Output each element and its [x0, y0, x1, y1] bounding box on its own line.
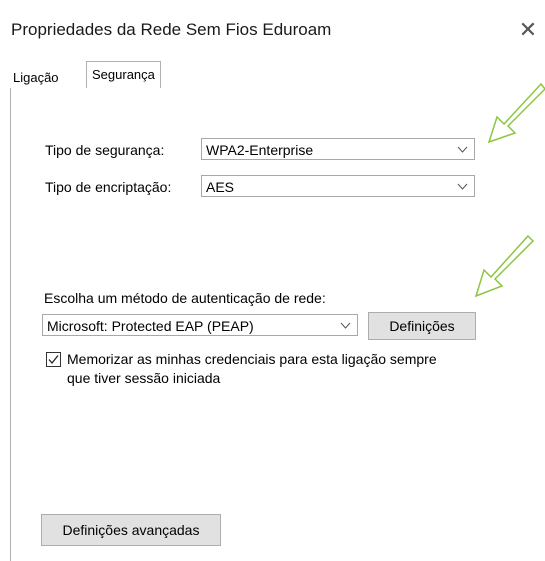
checkmark-icon [48, 355, 59, 365]
arrow-annotation-icon [487, 82, 545, 144]
auth-settings-button[interactable]: Definições [368, 312, 476, 340]
auth-method-value: Microsoft: Protected EAP (PEAP) [47, 318, 254, 334]
advanced-settings-button[interactable]: Definições avançadas [41, 514, 221, 546]
arrow-annotation-icon [474, 234, 535, 298]
auth-method-label: Escolha um método de autenticação de red… [44, 290, 326, 306]
encryption-type-select[interactable]: AES [201, 175, 475, 197]
encryption-type-label: Tipo de encriptação: [45, 179, 172, 195]
remember-credentials-line1: Memorizar as minhas credenciais para est… [67, 351, 437, 367]
close-icon[interactable]: ✕ [514, 16, 542, 44]
remember-credentials-line2: que tiver sessão iniciada [67, 370, 221, 386]
window-title: Propriedades da Rede Sem Fios Eduroam [11, 20, 332, 39]
wireless-properties-dialog: Propriedades da Rede Sem Fios Eduroam ✕ … [0, 0, 545, 561]
security-type-label: Tipo de segurança: [45, 142, 165, 158]
tab-seguranca[interactable]: Segurança [86, 61, 161, 89]
auth-method-select[interactable]: Microsoft: Protected EAP (PEAP) [42, 314, 358, 336]
encryption-type-value: AES [206, 179, 235, 195]
tab-strip: Ligação Segurança [10, 58, 545, 89]
remember-credentials-checkbox[interactable] [46, 352, 61, 367]
security-type-value: WPA2-Enterprise [206, 142, 314, 158]
tab-ligacao[interactable]: Ligação [10, 67, 62, 89]
security-type-select[interactable]: WPA2-Enterprise [201, 138, 475, 160]
chevron-down-icon [457, 176, 468, 206]
chevron-down-icon [457, 139, 468, 169]
chevron-down-icon [340, 315, 351, 345]
title-bar: Propriedades da Rede Sem Fios Eduroam ✕ [0, 0, 545, 56]
